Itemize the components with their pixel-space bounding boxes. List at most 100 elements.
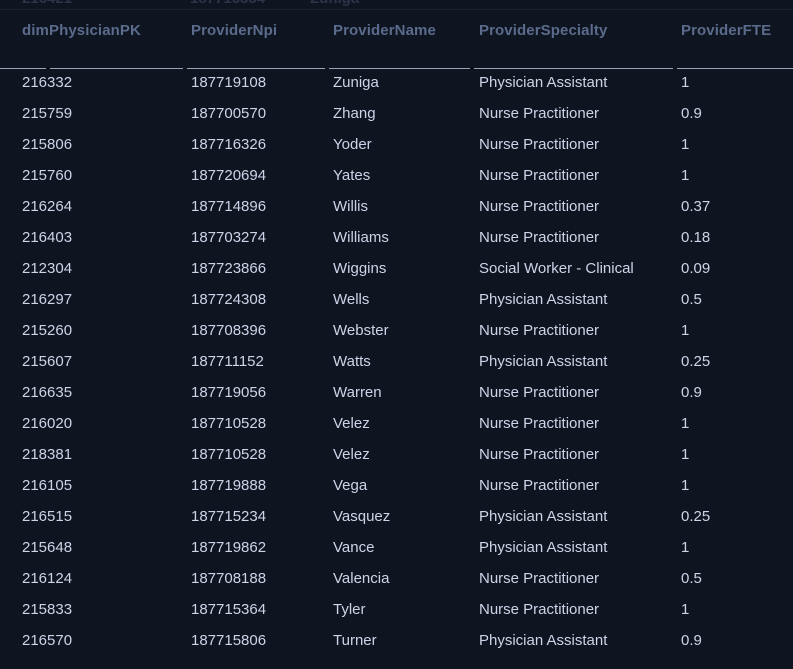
cell-ProviderNpi: 187724308	[191, 291, 267, 308]
cell-ProviderSpecialty: Nurse Practitioner	[479, 105, 600, 122]
table-row[interactable]: 215607 187711152 Watts Physician Assistant 0…	[0, 348, 793, 379]
cell-ProviderFTE: 1	[681, 446, 690, 463]
table-row[interactable]: 216264 187714896 Willis Nurse Practitioner 0…	[0, 193, 793, 224]
cell-ProviderSpecialty: Nurse Practitioner	[479, 446, 600, 463]
cell-ProviderFTE: 0.25	[681, 353, 711, 370]
cell-dimPhysicianPK: 218381	[22, 446, 73, 463]
table-row[interactable]: 215648 187719862 Vance Physician Assistant 1	[0, 534, 793, 565]
cell-ProviderName: Yates	[333, 167, 371, 184]
table-row[interactable]: 215833 187715364 Tyler Nurse Practitioner 1	[0, 596, 793, 627]
cell-dimPhysicianPK: 212304	[22, 260, 73, 277]
table-row[interactable]: 216570 187715806 Turner Physician Assistant…	[0, 627, 793, 658]
table-row[interactable]: 216124 187708188 Valencia Nurse Practitione…	[0, 565, 793, 596]
cell-ProviderName: Vance	[333, 539, 375, 556]
cell-dimPhysicianPK: 216264	[22, 198, 73, 215]
cell-ProviderNpi: 187720694	[191, 167, 267, 184]
cell-ProviderNpi: 187708396	[191, 322, 267, 339]
cell-ProviderName: Wiggins	[333, 260, 387, 277]
cell-ProviderNpi: 187715364	[191, 601, 267, 618]
column-header-ProviderFTE[interactable]: ProviderFTE	[681, 22, 771, 39]
cell-ProviderSpecialty: Nurse Practitioner	[479, 570, 600, 587]
cell-ProviderFTE: 0.37	[681, 198, 711, 215]
cell-ProviderName: Velez	[333, 446, 370, 463]
cell-ProviderFTE: 1	[681, 136, 690, 153]
cell-ProviderFTE: 1	[681, 601, 690, 618]
data-grid: 216421 187716334 Zuniga dimPhysicianPK Pr…	[0, 0, 793, 669]
cell-ProviderFTE: 0.5	[681, 291, 702, 308]
cell-ProviderName: Zhang	[333, 105, 376, 122]
clipped-row-above: 216421 187716334 Zuniga	[0, 0, 793, 9]
table-row[interactable]: 216105 187719888 Vega Nurse Practitioner 1	[0, 472, 793, 503]
cell-dimPhysicianPK: 216515	[22, 508, 73, 525]
cell-ProviderSpecialty: Nurse Practitioner	[479, 415, 600, 432]
column-header-dimPhysicianPK[interactable]: dimPhysicianPK	[22, 22, 141, 39]
cell-ProviderSpecialty: Nurse Practitioner	[479, 322, 600, 339]
table-row[interactable]: 218381 187710528 Velez Nurse Practitioner 1	[0, 441, 793, 472]
table-row[interactable]: 215260 187708396 Webster Nurse Practitioner…	[0, 317, 793, 348]
cell-ProviderFTE: 1	[681, 167, 690, 184]
table-row[interactable]: 215760 187720694 Yates Nurse Practitioner 1	[0, 162, 793, 193]
cell-ProviderFTE: 1	[681, 539, 690, 556]
table-row[interactable]: 216332 187719108 Zuniga Physician Assistant…	[0, 69, 793, 100]
cell-ProviderName: Valencia	[333, 570, 390, 587]
cell-ProviderFTE: 0.25	[681, 508, 711, 525]
table-row[interactable]: 216635 187719056 Warren Nurse Practitioner 0…	[0, 379, 793, 410]
cell-dimPhysicianPK: 215759	[22, 105, 73, 122]
cell-ProviderName: Wells	[333, 291, 370, 308]
cell-ProviderName: Willis	[333, 198, 368, 215]
table-row[interactable]: 216020 187710528 Velez Nurse Practitioner 1	[0, 410, 793, 441]
cell-ProviderFTE: 0.18	[681, 229, 711, 246]
cell-ProviderSpecialty: Physician Assistant	[479, 74, 608, 91]
cell-ProviderSpecialty: Nurse Practitioner	[479, 229, 600, 246]
cell-ProviderSpecialty: Nurse Practitioner	[479, 198, 600, 215]
cell-dimPhysicianPK: 216297	[22, 291, 73, 308]
table-row[interactable]: 216515 187715234 Vasquez Physician Assistan…	[0, 503, 793, 534]
cell-ProviderNpi: 187719056	[191, 384, 267, 401]
cell-ProviderName: Warren	[333, 384, 382, 401]
cell-dimPhysicianPK: 216403	[22, 229, 73, 246]
cell-ProviderNpi: 187710528	[191, 415, 267, 432]
cell-ProviderName: Zuniga	[333, 74, 379, 91]
cell-ProviderNpi: 187700570	[191, 105, 267, 122]
table-row[interactable]: 215759 187700570 Zhang Nurse Practitioner 0.…	[0, 100, 793, 131]
cell-dimPhysicianPK: 216635	[22, 384, 73, 401]
cell-ProviderNpi: 187715234	[191, 508, 267, 525]
cell-ProviderName: Williams	[333, 229, 389, 246]
cell-ProviderSpecialty: Nurse Practitioner	[479, 601, 600, 618]
cell-ProviderNpi: 187710528	[191, 446, 267, 463]
cell-ProviderNpi: 187711152	[191, 353, 264, 370]
cell-ProviderSpecialty: Nurse Practitioner	[479, 477, 600, 494]
cell-ProviderSpecialty: Physician Assistant	[479, 291, 608, 308]
table-row[interactable]: 215806 187716326 Yoder Nurse Practitioner 1	[0, 131, 793, 162]
cell-ProviderNpi: 187719888	[191, 477, 267, 494]
clipped-cell-npi: 187716334	[190, 0, 265, 7]
table-row[interactable]: 216403 187703274 Williams Nurse Practitione…	[0, 224, 793, 255]
cell-ProviderNpi: 187719108	[191, 74, 267, 91]
cell-ProviderSpecialty: Nurse Practitioner	[479, 136, 600, 153]
cell-ProviderNpi: 187719862	[191, 539, 267, 556]
cell-ProviderFTE: 1	[681, 415, 690, 432]
table-body: 216332 187719108 Zuniga Physician Assistant…	[0, 69, 793, 669]
cell-dimPhysicianPK: 216332	[22, 74, 73, 91]
column-header-ProviderSpecialty[interactable]: ProviderSpecialty	[479, 22, 607, 39]
cell-dimPhysicianPK: 216020	[22, 415, 73, 432]
cell-ProviderName: Turner	[333, 632, 377, 649]
cell-dimPhysicianPK: 215648	[22, 539, 73, 556]
cell-ProviderName: Vega	[333, 477, 368, 494]
column-header-ProviderNpi[interactable]: ProviderNpi	[191, 22, 277, 39]
cell-ProviderFTE: 0.9	[681, 632, 702, 649]
cell-ProviderSpecialty: Physician Assistant	[479, 508, 608, 525]
cell-ProviderSpecialty: Physician Assistant	[479, 539, 608, 556]
clipped-cell-name: Zuniga	[310, 0, 359, 7]
cell-dimPhysicianPK: 215260	[22, 322, 73, 339]
cell-ProviderSpecialty: Physician Assistant	[479, 353, 608, 370]
cell-ProviderFTE: 0.9	[681, 384, 702, 401]
column-header-ProviderName[interactable]: ProviderName	[333, 22, 436, 39]
cell-dimPhysicianPK: 215607	[22, 353, 73, 370]
table-row[interactable]: 212304 187723866 Wiggins Social Worker - Cl…	[0, 255, 793, 286]
table-row[interactable]: 216297 187724308 Wells Physician Assistant 0…	[0, 286, 793, 317]
cell-dimPhysicianPK: 215806	[22, 136, 73, 153]
cell-ProviderName: Yoder	[333, 136, 372, 153]
cell-ProviderName: Velez	[333, 415, 370, 432]
cell-ProviderSpecialty: Physician Assistant	[479, 632, 608, 649]
